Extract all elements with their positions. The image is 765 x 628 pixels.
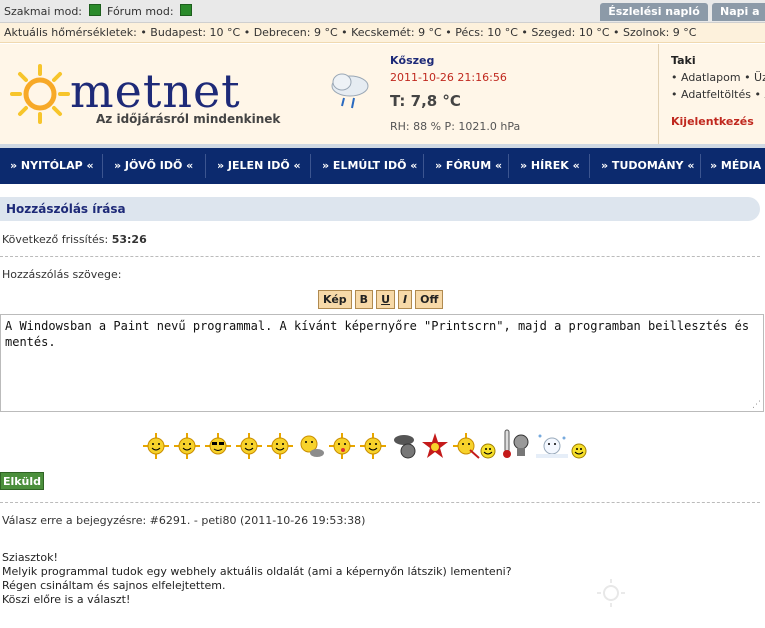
rain-cloud-icon [331,73,369,109]
station-rh: RH: 88 % P: 1021.0 hPa [390,120,521,133]
nav-hirek[interactable]: » HÍREK « [520,148,580,184]
quoted-post: Sziasztok! Melyik programmal tudok egy w… [2,551,512,607]
station-info: Kőszeg 2011-10-26 21:16:56 T: 7,8 °C RH:… [390,54,520,133]
nav-sep [589,154,590,178]
site-logo[interactable]: metnet [70,64,241,118]
text-label: Hozzászólás szövege: [2,268,122,281]
user-links-2[interactable]: • Adatfeltöltés • A [671,88,765,101]
tab-napi[interactable]: Napi a [712,3,765,21]
sun-sunglasses-icon[interactable] [204,432,232,460]
mode-toggles: Szakmai mod: Fórum mod: [4,4,195,18]
format-toolbar: Kép B U I Off [318,290,446,309]
divider [0,256,760,257]
station-temp: T: 7,8 °C [390,92,461,110]
main-nav: » NYITÓLAP « » JÖVŐ IDŐ « » JELEN IDŐ « … [0,148,765,184]
mode2-label: Fórum mod: [107,5,174,18]
nav-sep [700,154,701,178]
small-smiley-icon[interactable] [570,442,588,460]
sun-wand-icon[interactable] [452,432,480,460]
quote-line: Köszi előre is a választ! [2,593,131,606]
mode1-toggle[interactable] [88,4,101,16]
slogan: Az időjárásról mindenkinek [96,112,281,126]
refresh-info: Következő frissítés: 53:26 [2,233,147,246]
nav-forum[interactable]: » FÓRUM « [435,148,502,184]
site-header: metnet Az időjárásról mindenkinek Kőszeg… [0,44,765,148]
small-smiley-icon[interactable] [479,442,497,460]
logout-link[interactable]: Kijelentkezés [671,115,765,128]
storm-cloud-icon[interactable] [390,432,418,460]
logo-sun-icon [10,64,70,124]
off-button[interactable]: Off [415,290,444,309]
sun-watermark-icon [597,579,625,607]
user-links-1[interactable]: • Adatlapom • Üz [671,71,765,84]
quote-line: Sziasztok! [2,551,58,564]
nav-sep [205,154,206,178]
sun-smile-icon[interactable] [266,432,294,460]
nav-jovo-ido[interactable]: » JÖVŐ IDŐ « [114,148,193,184]
sun-smile-icon[interactable] [142,432,170,460]
reply-info: Válasz erre a bejegyzésre: #6291. - peti… [2,514,366,527]
sun-tongue-icon[interactable] [328,432,356,460]
refresh-countdown: 53:26 [111,233,147,246]
snowman-icon[interactable] [534,430,570,460]
user-name: Taki [671,54,696,67]
underline-button[interactable]: U [376,290,395,309]
bold-button[interactable]: B [354,290,374,309]
nav-elmult-ido[interactable]: » ELMÚLT IDŐ « [322,148,417,184]
mode1-label: Szakmai mod: [4,5,83,18]
nav-sep [102,154,103,178]
red-star-icon[interactable] [421,432,449,460]
station-time: 2011-10-26 21:16:56 [390,71,507,84]
refresh-label: Következő frissítés: [2,233,109,246]
send-button[interactable]: Elküld [0,472,44,490]
nav-sep [310,154,311,178]
nav-media[interactable]: » MÉDIA [710,148,761,184]
section-title: Hozzászólás írása [0,197,760,221]
sun-smile-icon[interactable] [235,432,263,460]
nav-nyitolap[interactable]: » NYITÓLAP « [10,148,94,184]
quote-line: Melyik programmal tudok egy webhely aktu… [2,565,512,578]
nav-sep [423,154,424,178]
nav-jelen-ido[interactable]: » JELEN IDŐ « [217,148,301,184]
nav-tudomany[interactable]: » TUDOMÁNY « [601,148,694,184]
user-panel: Taki • Adatlapom • Üz • Adatfeltöltés • … [658,44,765,144]
sun-smile-icon[interactable] [173,432,201,460]
thermometer-icon[interactable] [500,428,530,460]
image-button[interactable]: Kép [318,290,352,309]
nav-sep [508,154,509,178]
comment-textarea[interactable]: A Windowsban a Paint nevű programmal. A … [0,314,764,412]
top-bar: Szakmai mod: Fórum mod: Észlelési napló … [0,0,765,23]
resize-grip-icon[interactable]: ⋰ [752,400,761,410]
mode2-toggle[interactable] [180,4,193,16]
sun-cloud-icon[interactable] [297,432,325,460]
temperature-ticker: Aktuális hőmérsékletek: • Budapest: 10 °… [0,23,765,43]
station-city[interactable]: Kőszeg [390,54,520,67]
tab-eszlelesi-naplo[interactable]: Észlelési napló [600,3,708,21]
quote-line: Régen csináltam és sajnos elfelejtettem. [2,579,226,592]
italic-button[interactable]: I [398,290,413,309]
sun-smile-icon[interactable] [359,432,387,460]
divider [0,502,760,503]
